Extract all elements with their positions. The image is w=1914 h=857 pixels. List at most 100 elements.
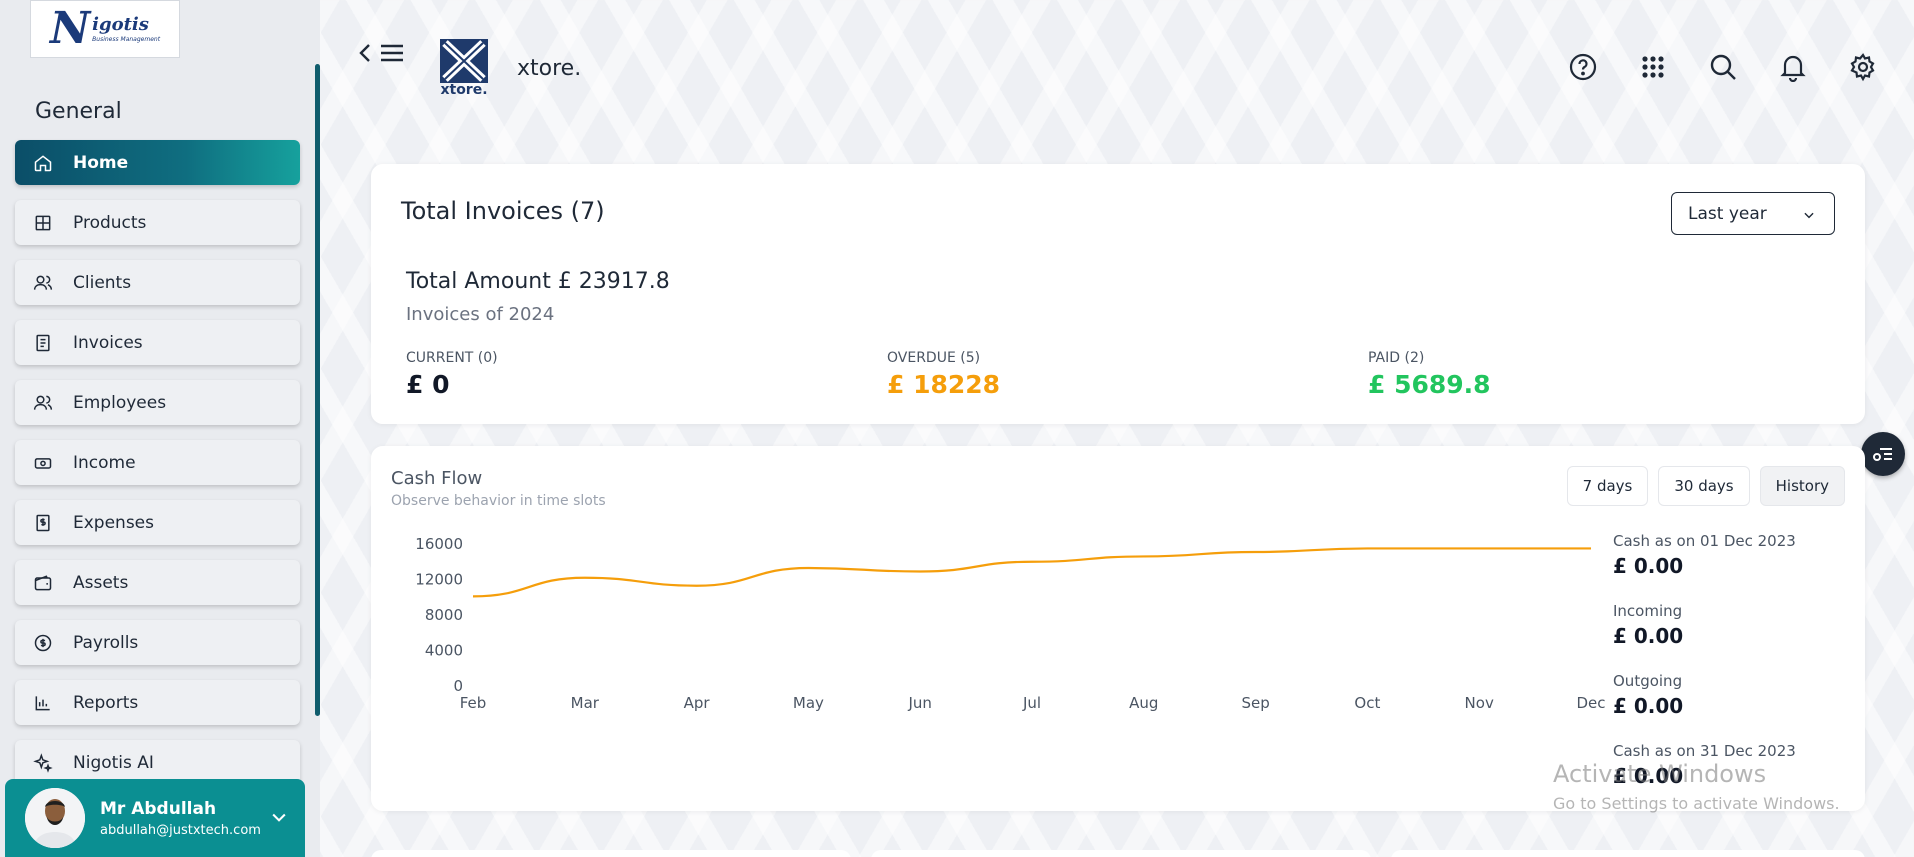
invoices-period-subtitle: Invoices of 2024 bbox=[406, 304, 555, 325]
user-card[interactable]: Mr Abdullah abdullah@justxtech.com bbox=[5, 779, 305, 857]
logo-name: igotis bbox=[92, 13, 149, 35]
invoice-summary-title: Total Invoices (7) bbox=[401, 197, 605, 225]
filter-list-icon bbox=[1873, 448, 1892, 461]
sidebar-item-employees[interactable]: Employees bbox=[15, 380, 300, 425]
topbar-nav-controls bbox=[355, 38, 407, 68]
period-select-value: Last year bbox=[1688, 203, 1767, 224]
next-card-peek bbox=[871, 850, 1371, 857]
sidebar-item-label: Reports bbox=[73, 692, 139, 713]
sidebar-item-label: Invoices bbox=[73, 332, 143, 353]
cash-incoming: Incoming £ 0.00 bbox=[1613, 602, 1853, 672]
period-select[interactable]: Last year bbox=[1671, 192, 1835, 235]
range-7-days-button[interactable]: 7 days bbox=[1566, 466, 1649, 506]
users-icon bbox=[33, 275, 53, 290]
invoice-summary-card: Total Invoices (7) Last year Total Amoun… bbox=[371, 164, 1865, 424]
stat-paid-label: PAID (2) bbox=[1368, 350, 1425, 366]
wallet-icon bbox=[34, 574, 52, 590]
sidebar-item-label: Nigotis AI bbox=[73, 752, 154, 773]
users-icon bbox=[33, 395, 53, 410]
coin-icon bbox=[34, 634, 52, 651]
search-icon[interactable] bbox=[1708, 52, 1738, 82]
sidebar-nav: Home Products Clients Invoices Employees… bbox=[15, 140, 300, 785]
nigotis-logo[interactable]: N igotis Business Management bbox=[30, 0, 180, 58]
xtore-logo-icon bbox=[440, 39, 488, 83]
range-history-button[interactable]: History bbox=[1759, 466, 1845, 506]
stat-paid: PAID (2) £ 5689.8 bbox=[1368, 350, 1491, 399]
cash-flow-summary: Cash as on 01 Dec 2023 £ 0.00 Incoming £… bbox=[1613, 532, 1853, 812]
sidebar-item-label: Assets bbox=[73, 572, 129, 593]
sidebar-item-label: Employees bbox=[73, 392, 167, 413]
cash-outgoing-value: £ 0.00 bbox=[1613, 694, 1684, 718]
cash-closing-label: Cash as on 31 Dec 2023 bbox=[1613, 742, 1796, 760]
x-tick-label: Nov bbox=[1465, 694, 1494, 712]
sidebar-item-label: Income bbox=[73, 452, 136, 473]
sidebar-item-clients[interactable]: Clients bbox=[15, 260, 300, 305]
stat-current-value: £ 0 bbox=[406, 370, 450, 399]
cash-icon bbox=[34, 457, 52, 469]
home-icon bbox=[34, 154, 52, 171]
chevron-down-icon[interactable] bbox=[269, 807, 289, 827]
y-tick-label: 0 bbox=[453, 677, 463, 695]
sidebar-item-reports[interactable]: Reports bbox=[15, 680, 300, 725]
user-email: abdullah@justxtech.com bbox=[100, 822, 261, 838]
store-logo-text: xtore. bbox=[440, 82, 488, 98]
sidebar: N igotis Business Management General Hom… bbox=[0, 0, 320, 857]
store-name: xtore. bbox=[517, 56, 582, 81]
bell-icon[interactable] bbox=[1778, 52, 1808, 82]
cash-opening: Cash as on 01 Dec 2023 £ 0.00 bbox=[1613, 532, 1853, 602]
total-amount: Total Amount £ 23917.8 bbox=[406, 269, 670, 294]
y-tick-label: 4000 bbox=[425, 642, 463, 660]
cash-flow-card: Cash Flow Observe behavior in time slots… bbox=[371, 446, 1865, 811]
sidebar-item-income[interactable]: Income bbox=[15, 440, 300, 485]
bar-chart-icon bbox=[35, 695, 50, 710]
stat-current-label: CURRENT (0) bbox=[406, 350, 498, 366]
sidebar-item-expenses[interactable]: Expenses bbox=[15, 500, 300, 545]
help-icon[interactable] bbox=[1568, 52, 1598, 82]
sidebar-item-label: Clients bbox=[73, 272, 132, 293]
cash-closing-value: £ 0.00 bbox=[1613, 764, 1684, 788]
stat-overdue-value: £ 18228 bbox=[887, 370, 1001, 399]
range-30-days-button[interactable]: 30 days bbox=[1658, 466, 1750, 506]
x-tick-label: Feb bbox=[460, 694, 487, 712]
next-card-peek bbox=[371, 850, 851, 857]
dollar-doc-icon bbox=[36, 514, 50, 531]
sidebar-item-payrolls[interactable]: Payrolls bbox=[15, 620, 300, 665]
apps-icon[interactable] bbox=[1638, 52, 1668, 82]
document-icon bbox=[36, 334, 50, 351]
stat-paid-value: £ 5689.8 bbox=[1368, 370, 1491, 399]
avatar bbox=[25, 788, 85, 848]
sparkle-icon bbox=[33, 752, 53, 773]
stat-overdue: OVERDUE (5) £ 18228 bbox=[887, 350, 1000, 399]
sidebar-section-title: General bbox=[35, 99, 122, 124]
x-tick-label: Aug bbox=[1129, 694, 1158, 712]
user-avatar-icon bbox=[25, 788, 85, 848]
sidebar-item-invoices[interactable]: Invoices bbox=[15, 320, 300, 365]
sidebar-item-home[interactable]: Home bbox=[15, 140, 300, 185]
logo-mark: N bbox=[49, 3, 91, 54]
sidebar-item-label: Expenses bbox=[73, 512, 154, 533]
chevron-left-icon[interactable] bbox=[355, 38, 375, 68]
cash-closing: Cash as on 31 Dec 2023 £ 0.00 bbox=[1613, 742, 1853, 812]
cash-incoming-value: £ 0.00 bbox=[1613, 624, 1684, 648]
user-name: Mr Abdullah bbox=[100, 798, 217, 819]
cash-outgoing: Outgoing £ 0.00 bbox=[1613, 672, 1853, 742]
grid-icon bbox=[35, 215, 51, 230]
cash-flow-chart: 0 4000 8000 12000 16000 Feb Mar Apr May Jun Jul Aug… bbox=[415, 535, 1605, 712]
sidebar-item-assets[interactable]: Assets bbox=[15, 560, 300, 605]
x-tick-label: Apr bbox=[684, 694, 711, 712]
sidebar-item-label: Products bbox=[73, 212, 147, 233]
store-logo[interactable]: xtore. bbox=[438, 38, 490, 100]
x-tick-label: Jul bbox=[1022, 694, 1041, 712]
x-tick-label: Mar bbox=[571, 694, 600, 712]
cash-outgoing-label: Outgoing bbox=[1613, 672, 1683, 690]
hamburger-menu-icon[interactable] bbox=[377, 38, 407, 68]
y-tick-label: 8000 bbox=[425, 606, 463, 624]
x-tick-label: Jun bbox=[907, 694, 931, 712]
sidebar-item-label: Payrolls bbox=[73, 632, 139, 653]
sidebar-scrollbar[interactable] bbox=[315, 64, 320, 716]
sidebar-item-products[interactable]: Products bbox=[15, 200, 300, 245]
cash-flow-title: Cash Flow bbox=[391, 468, 483, 489]
filter-list-button[interactable] bbox=[1861, 432, 1905, 476]
cash-opening-value: £ 0.00 bbox=[1613, 554, 1684, 578]
gear-icon[interactable] bbox=[1848, 52, 1878, 82]
